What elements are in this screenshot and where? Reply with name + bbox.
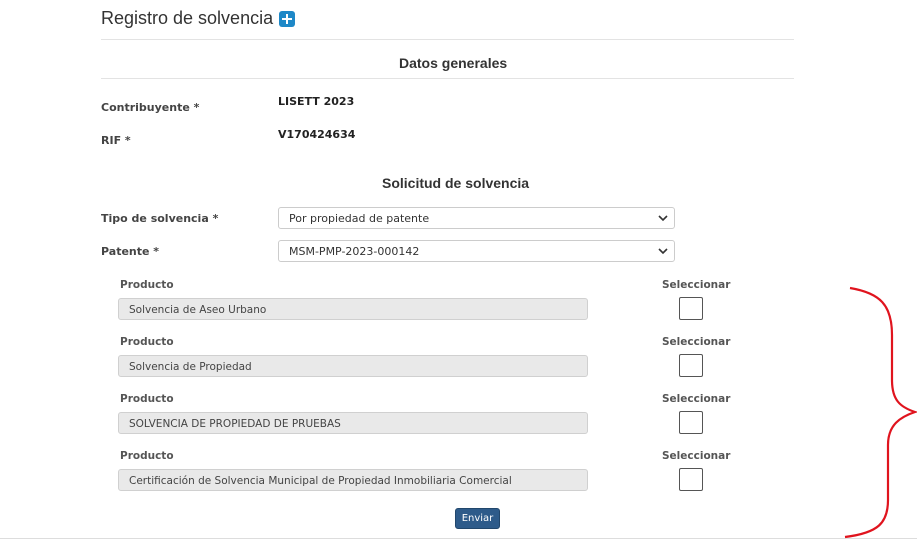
taxpayer-value: LISETT 2023 bbox=[278, 95, 355, 108]
product-label: Producto bbox=[120, 450, 174, 462]
divider bbox=[0, 538, 917, 539]
select-label: Seleccionar bbox=[662, 279, 731, 291]
page-title-text: Registro de solvencia bbox=[101, 8, 274, 28]
general-heading: Datos generales bbox=[399, 55, 508, 71]
select-label: Seleccionar bbox=[662, 450, 731, 462]
product-label: Producto bbox=[120, 279, 174, 291]
patent-select-value: MSM-PMP-2023-000142 bbox=[289, 245, 420, 258]
product-field: Certificación de Solvencia Municipal de … bbox=[118, 469, 588, 491]
rif-label: RIF * bbox=[101, 134, 131, 147]
product-checkbox[interactable] bbox=[679, 468, 703, 491]
curly-brace-annotation bbox=[844, 286, 917, 539]
select-label: Seleccionar bbox=[662, 393, 731, 405]
rif-value: V170424634 bbox=[278, 128, 356, 141]
divider bbox=[101, 78, 794, 79]
product-label: Producto bbox=[120, 336, 174, 348]
submit-button[interactable]: Enviar bbox=[455, 508, 500, 529]
add-plus-icon[interactable] bbox=[279, 10, 296, 27]
type-select[interactable]: Por propiedad de patente bbox=[278, 207, 675, 229]
type-select-value: Por propiedad de patente bbox=[289, 212, 430, 225]
product-field: Solvencia de Aseo Urbano bbox=[118, 298, 588, 320]
product-checkbox[interactable] bbox=[679, 411, 703, 434]
product-label: Producto bbox=[120, 393, 174, 405]
chevron-down-icon bbox=[658, 215, 668, 222]
product-field: SOLVENCIA DE PROPIEDAD DE PRUEBAS bbox=[118, 412, 588, 434]
taxpayer-label: Contribuyente * bbox=[101, 101, 200, 114]
patent-label: Patente * bbox=[101, 245, 160, 258]
request-heading: Solicitud de solvencia bbox=[382, 175, 530, 191]
product-field: Solvencia de Propiedad bbox=[118, 355, 588, 377]
select-label: Seleccionar bbox=[662, 336, 731, 348]
chevron-down-icon bbox=[658, 248, 668, 255]
type-label: Tipo de solvencia * bbox=[101, 212, 219, 225]
divider bbox=[101, 39, 794, 40]
page-title: Registro de solvencia bbox=[101, 8, 296, 29]
product-checkbox[interactable] bbox=[679, 297, 703, 320]
patent-select[interactable]: MSM-PMP-2023-000142 bbox=[278, 240, 675, 262]
product-checkbox[interactable] bbox=[679, 354, 703, 377]
